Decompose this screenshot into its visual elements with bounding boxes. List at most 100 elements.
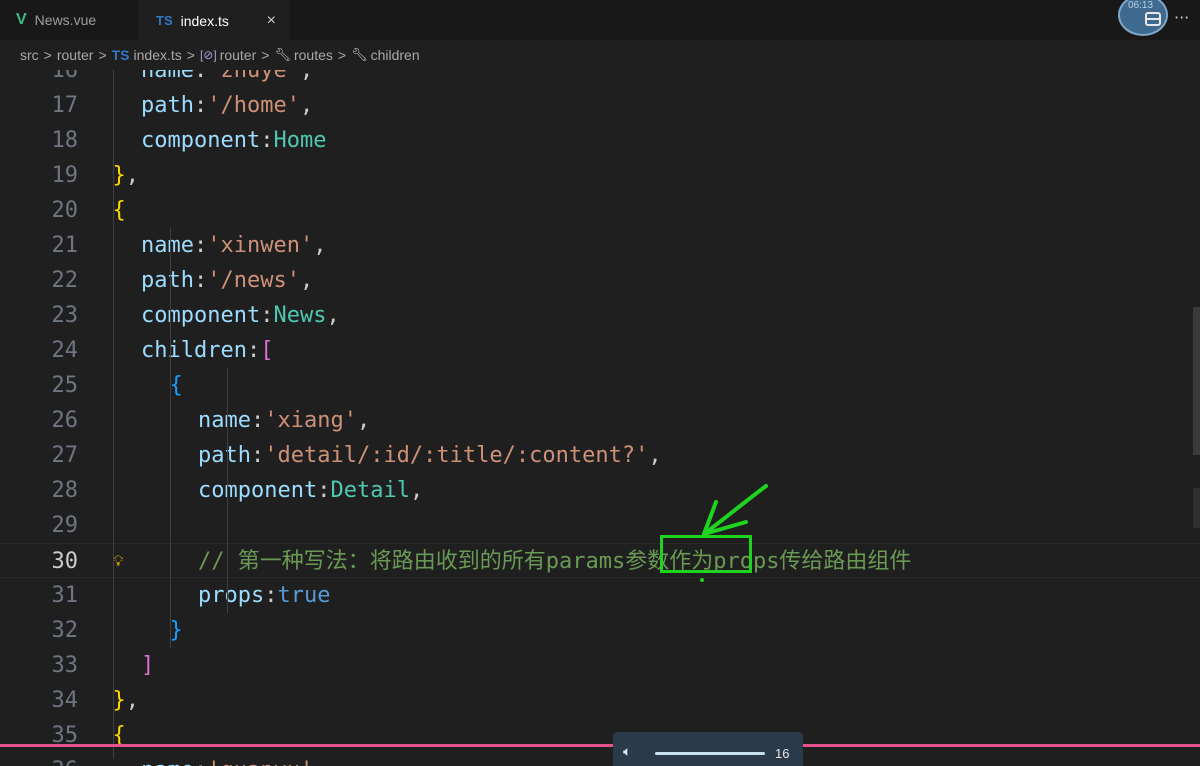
line-number: 32 bbox=[51, 618, 79, 643]
code-text[interactable]: }, bbox=[113, 158, 140, 193]
split-editor-icon[interactable] bbox=[1145, 12, 1161, 26]
breadcrumb: src > router > TS index.ts > [⊘] router … bbox=[0, 40, 1200, 70]
code-line[interactable]: 20 { bbox=[0, 193, 1200, 228]
breadcrumb-children[interactable]: children bbox=[371, 47, 420, 63]
indent-guide bbox=[113, 70, 114, 759]
breadcrumb-routes[interactable]: routes bbox=[294, 47, 333, 63]
code-line[interactable]: 25 { bbox=[0, 368, 1200, 403]
annotation-dot bbox=[700, 578, 704, 582]
avatar-text: 06:13 bbox=[1128, 0, 1154, 11]
lightbulb-icon[interactable]: 💡︎ bbox=[113, 544, 124, 579]
chevron-right-icon: > bbox=[261, 47, 270, 63]
code-text[interactable]: path:'/news', bbox=[141, 263, 313, 298]
line-number: 33 bbox=[51, 653, 79, 678]
code-editor[interactable]: 16 name:'zhuye', 17 path:'/home', 18 componen… bbox=[0, 70, 1200, 766]
tab-label: News.vue bbox=[34, 12, 97, 28]
chevron-right-icon: > bbox=[186, 47, 195, 63]
line-number: 29 bbox=[51, 513, 79, 538]
code-line[interactable]: 24 children:[ bbox=[0, 333, 1200, 368]
code-text[interactable]: { bbox=[170, 368, 183, 403]
volume-value: 16 bbox=[775, 746, 790, 761]
property-wrench-icon: 🔧︎ bbox=[351, 47, 368, 62]
line-number: 17 bbox=[51, 93, 79, 118]
code-text[interactable]: props:true bbox=[198, 578, 330, 613]
close-icon[interactable]: × bbox=[267, 12, 276, 30]
typescript-file-icon: TS bbox=[156, 13, 173, 28]
code-line[interactable]: 36 name:'guanyu', bbox=[0, 753, 1200, 766]
volume-slider[interactable] bbox=[655, 752, 765, 755]
line-number: 27 bbox=[51, 443, 79, 468]
video-progress-bar[interactable] bbox=[0, 744, 1200, 747]
code-text[interactable]: children:[ bbox=[141, 333, 273, 368]
breadcrumb-file[interactable]: index.ts bbox=[134, 47, 182, 63]
vue-file-icon: V bbox=[16, 11, 27, 28]
tab-label: index.ts bbox=[180, 12, 229, 29]
speaker-icon[interactable]: 🔈︎ bbox=[623, 744, 631, 760]
code-text[interactable]: } bbox=[170, 613, 183, 648]
code-line[interactable]: 28 component:Detail, bbox=[0, 473, 1200, 508]
code-text[interactable]: name:'zhuye', bbox=[141, 70, 313, 88]
variable-symbol-icon: [⊘] bbox=[199, 48, 217, 62]
property-wrench-icon: 🔧︎ bbox=[274, 47, 291, 62]
code-line[interactable]: 22 path:'/news', bbox=[0, 263, 1200, 298]
code-line[interactable]: 33] bbox=[0, 648, 1200, 683]
code-text[interactable]: name:'xiang', bbox=[198, 403, 370, 438]
line-number: 20 bbox=[51, 198, 79, 223]
code-line[interactable]: 18 component:Home bbox=[0, 123, 1200, 158]
scrollbar-marker bbox=[1193, 488, 1200, 528]
code-line[interactable]: 19}, bbox=[0, 158, 1200, 193]
code-text[interactable]: component:Home bbox=[141, 123, 326, 158]
code-text[interactable]: { bbox=[113, 193, 126, 228]
code-text[interactable]: path:'/home', bbox=[141, 88, 313, 123]
line-number: 19 bbox=[51, 163, 79, 188]
line-number: 24 bbox=[51, 338, 79, 363]
code-line[interactable]: 27 path:'detail/:id/:title/:content?', bbox=[0, 438, 1200, 473]
code-text[interactable]: name:'guanyu', bbox=[141, 753, 326, 766]
tab-bar: V News.vue TS index.ts × 06:13 ··· bbox=[0, 0, 1200, 40]
line-number: 22 bbox=[51, 268, 79, 293]
line-number: 26 bbox=[51, 408, 79, 433]
breadcrumb-router-var[interactable]: router bbox=[220, 47, 257, 63]
code-line[interactable]: 35 { bbox=[0, 718, 1200, 753]
line-number: 18 bbox=[51, 128, 79, 153]
code-line[interactable]: 26 name:'xiang', bbox=[0, 403, 1200, 438]
indent-guide bbox=[170, 228, 171, 648]
chevron-right-icon: > bbox=[337, 47, 347, 63]
code-text[interactable]: // 第一种写法：将路由收到的所有params参数作为props传给路由组件 bbox=[198, 544, 911, 579]
line-number: 23 bbox=[51, 303, 79, 328]
code-line[interactable]: 31 props:true bbox=[0, 578, 1200, 613]
breadcrumb-src[interactable]: src bbox=[20, 47, 39, 63]
chevron-right-icon: > bbox=[98, 47, 107, 63]
scrollbar-thumb[interactable] bbox=[1193, 307, 1200, 455]
line-number: 28 bbox=[51, 478, 79, 503]
line-number: 35 bbox=[51, 723, 79, 748]
code-line[interactable]: 30 // 第一种写法：将路由收到的所有params参数作为props传给路由组件… bbox=[0, 543, 1200, 578]
annotation-arrow-icon bbox=[702, 484, 768, 536]
volume-popup[interactable]: 🔈︎ 16 bbox=[613, 732, 803, 766]
more-actions-icon[interactable]: ··· bbox=[1174, 8, 1189, 27]
code-line[interactable]: 29 bbox=[0, 508, 1200, 543]
breadcrumb-router-folder[interactable]: router bbox=[57, 47, 94, 63]
code-text[interactable]: }, bbox=[113, 683, 140, 718]
line-number: 30 bbox=[51, 549, 79, 574]
code-text[interactable]: path:'detail/:id/:title/:content?', bbox=[198, 438, 662, 473]
code-line[interactable]: 23 component:News, bbox=[0, 298, 1200, 333]
code-text[interactable]: ] bbox=[141, 648, 154, 683]
code-line[interactable]: 17 path:'/home', bbox=[0, 88, 1200, 123]
tab-index-ts[interactable]: TS index.ts × bbox=[138, 0, 290, 40]
chevron-right-icon: > bbox=[43, 47, 52, 63]
code-line[interactable]: 32} bbox=[0, 613, 1200, 648]
line-number: 34 bbox=[51, 688, 79, 713]
line-number: 16 bbox=[51, 70, 79, 83]
code-line[interactable]: 21 name:'xinwen', bbox=[0, 228, 1200, 263]
code-line[interactable]: 34}, bbox=[0, 683, 1200, 718]
code-text[interactable]: component:Detail, bbox=[198, 473, 423, 508]
tab-news-vue[interactable]: V News.vue bbox=[0, 0, 138, 40]
code-text[interactable]: { bbox=[113, 718, 126, 753]
line-number: 25 bbox=[51, 373, 79, 398]
line-number: 21 bbox=[51, 233, 79, 258]
code-line[interactable]: 16 name:'zhuye', bbox=[0, 70, 1200, 88]
typescript-file-icon: TS bbox=[111, 47, 130, 63]
code-text[interactable]: name:'xinwen', bbox=[141, 228, 326, 263]
indent-guide bbox=[227, 368, 228, 613]
